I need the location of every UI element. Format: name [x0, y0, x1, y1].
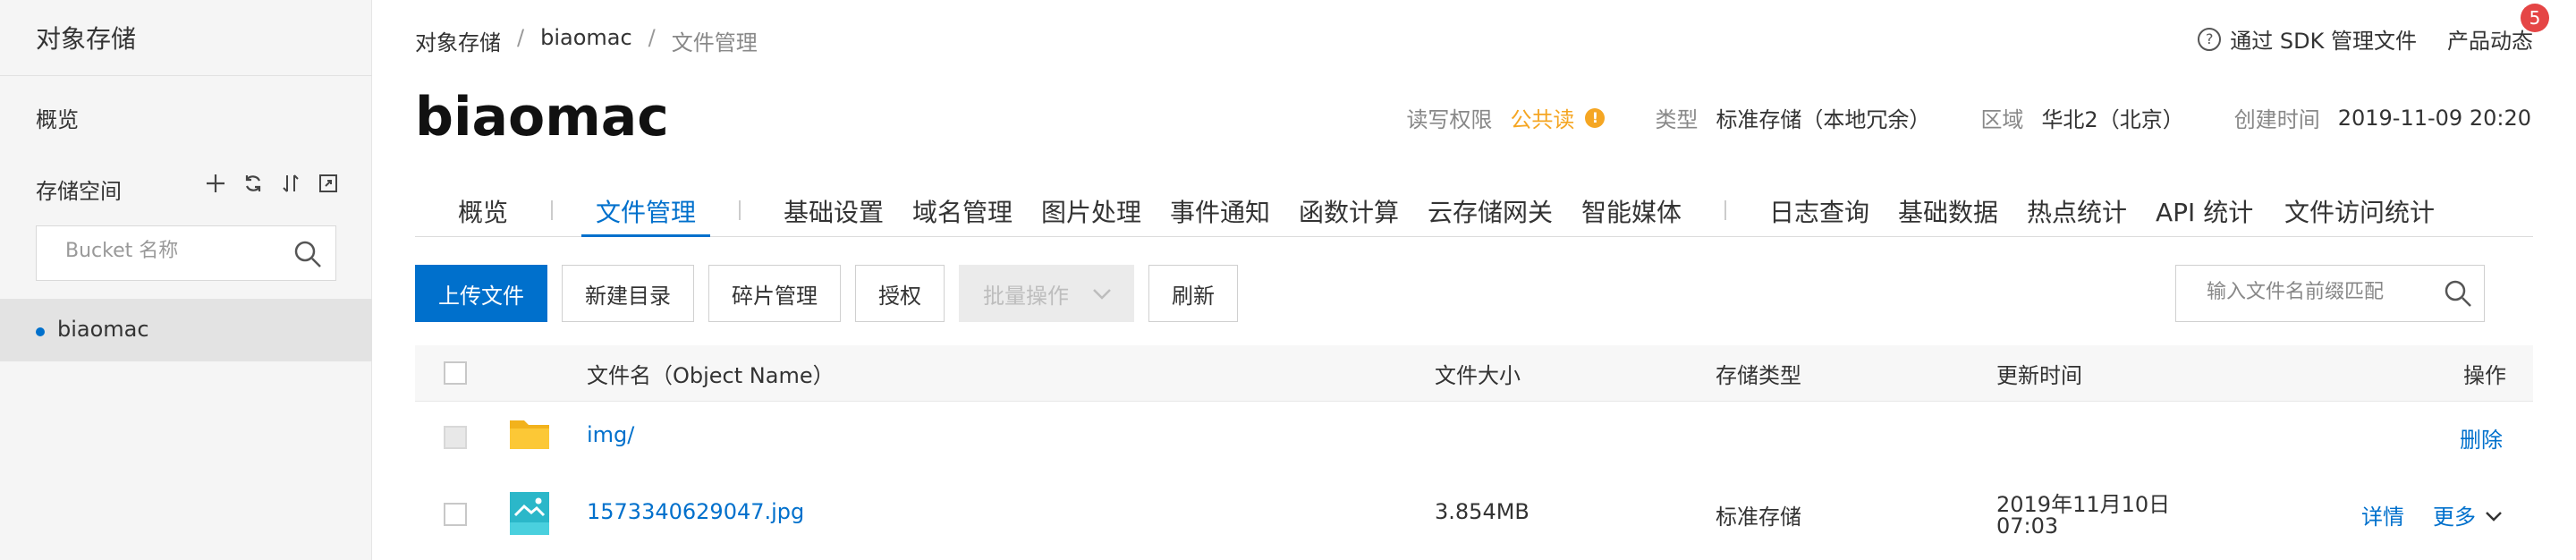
upload-file-button[interactable]: 上传文件	[415, 265, 547, 322]
tab-basic-settings[interactable]: 基础设置	[784, 193, 884, 229]
bucket-search-field[interactable]	[36, 225, 336, 281]
add-icon[interactable]	[204, 172, 227, 195]
refresh-icon[interactable]	[242, 172, 265, 195]
breadcrumb-current: 文件管理	[671, 30, 758, 55]
sidebar: 对象存储 概览 存储空间 biaomac	[0, 0, 372, 560]
breadcrumb-separator: /	[517, 25, 525, 50]
help-icon: ?	[2198, 27, 2222, 51]
search-icon[interactable]	[292, 239, 323, 273]
sidebar-item-overview[interactable]: 概览	[36, 102, 79, 133]
tab-domain-management[interactable]: 域名管理	[912, 193, 1013, 229]
image-file-icon	[510, 492, 549, 539]
bucket-tools	[204, 172, 340, 195]
table-row[interactable]: 1573340629047.jpg 3.854MB 标准存储 2019年11月1…	[415, 471, 2533, 560]
batch-operation-dropdown[interactable]: 批量操作	[959, 265, 1134, 322]
column-header-size: 文件大小	[1435, 363, 1521, 388]
delete-link[interactable]: 删除	[2460, 422, 2503, 454]
region-label: 区域	[1980, 107, 2024, 132]
product-news-label: 产品动态	[2447, 29, 2533, 54]
row-checkbox	[444, 426, 467, 449]
tab-divider	[739, 200, 741, 220]
tab-api-stats[interactable]: API 统计	[2156, 193, 2253, 229]
tab-image-processing[interactable]: 图片处理	[1041, 193, 1141, 229]
acl-label: 读写权限	[1406, 107, 1493, 132]
acl-value: 公共读	[1510, 107, 1575, 132]
row-checkbox[interactable]	[444, 503, 467, 526]
breadcrumb-item[interactable]: biaomac	[540, 25, 632, 56]
search-icon[interactable]	[2443, 278, 2473, 312]
tab-divider	[551, 200, 553, 220]
tab-storage-gateway[interactable]: 云存储网关	[1428, 193, 1553, 229]
more-label: 更多	[2433, 505, 2476, 530]
breadcrumb-item[interactable]: 对象存储	[415, 25, 501, 56]
table-header: 文件名（Object Name） 文件大小 存储类型 更新时间 操作	[415, 345, 2533, 402]
column-header-updated: 更新时间	[1996, 363, 2082, 388]
chevron-down-icon	[2485, 503, 2503, 528]
tab-divider	[1724, 200, 1726, 220]
more-dropdown[interactable]: 更多	[2433, 499, 2503, 530]
warning-icon[interactable]: !	[1585, 107, 1606, 128]
tab-hotspot-stats[interactable]: 热点统计	[2027, 193, 2127, 229]
bucket-search-input[interactable]	[64, 239, 291, 263]
storage-type: 标准存储	[1716, 505, 1801, 530]
sdk-link-label: 通过 SDK 管理文件	[2230, 29, 2417, 54]
file-name-link[interactable]: 1573340629047.jpg	[587, 499, 804, 524]
header-actions: ? 通过 SDK 管理文件 产品动态 5	[2198, 4, 2549, 55]
active-dot	[36, 327, 45, 336]
column-header-actions: 操作	[2463, 363, 2506, 388]
sidebar-item-label: biaomac	[57, 317, 149, 342]
buckets-label: 存储空间	[36, 179, 122, 204]
file-size: 3.854MB	[1435, 499, 1530, 524]
sdk-link[interactable]: ? 通过 SDK 管理文件	[2198, 23, 2417, 55]
updated-time: 07:03	[1996, 513, 2059, 539]
tab-overview[interactable]: 概览	[458, 193, 508, 229]
bucket-meta: 读写权限 公共读 ! 类型 标准存储（本地冗余） 区域 华北2（北京） 创建时间…	[1406, 102, 2531, 133]
file-prefix-search-input[interactable]	[2205, 280, 2441, 304]
select-all-checkbox[interactable]	[444, 361, 467, 385]
notification-badge: 5	[2521, 4, 2549, 32]
file-name-link[interactable]: img/	[587, 422, 634, 447]
details-link[interactable]: 详情	[2361, 499, 2404, 530]
tab-bar: 概览 文件管理 基础设置 域名管理 图片处理 事件通知 函数计算 云存储网关 智…	[415, 175, 2533, 237]
column-header-storage: 存储类型	[1716, 363, 1801, 388]
tab-log-query[interactable]: 日志查询	[1769, 193, 1869, 229]
sort-icon[interactable]	[279, 172, 302, 195]
tab-file-access-stats[interactable]: 文件访问统计	[2284, 193, 2435, 229]
type-label: 类型	[1655, 107, 1699, 132]
column-header-name: 文件名（Object Name）	[587, 363, 835, 388]
tab-basic-data[interactable]: 基础数据	[1898, 193, 1998, 229]
file-search-field[interactable]	[2175, 265, 2485, 322]
breadcrumb: 对象存储 / biaomac / 文件管理	[415, 25, 758, 56]
tab-file-management[interactable]: 文件管理	[596, 193, 696, 229]
folder-icon	[508, 415, 551, 456]
region-value: 华北2（北京）	[2041, 107, 2184, 132]
breadcrumb-separator: /	[648, 25, 656, 50]
divider	[0, 75, 372, 76]
refresh-button[interactable]: 刷新	[1148, 265, 1238, 322]
fragment-management-button[interactable]: 碎片管理	[708, 265, 841, 322]
type-value: 标准存储（本地冗余）	[1716, 107, 1931, 132]
page-title: biaomac	[415, 86, 669, 148]
new-directory-button[interactable]: 新建目录	[562, 265, 694, 322]
chevron-down-icon	[1092, 281, 1112, 306]
tab-intelligent-media[interactable]: 智能媒体	[1581, 193, 1682, 229]
expand-icon[interactable]	[317, 172, 340, 195]
sidebar-item-bucket[interactable]: biaomac	[0, 299, 372, 361]
tab-function-compute[interactable]: 函数计算	[1299, 193, 1399, 229]
created-label: 创建时间	[2233, 107, 2320, 132]
tab-event-notification[interactable]: 事件通知	[1170, 193, 1270, 229]
active-tab-indicator	[581, 234, 710, 237]
batch-operation-label: 批量操作	[983, 283, 1069, 309]
created-value: 2019-11-09 20:20	[2337, 105, 2531, 131]
table-row[interactable]: img/ 删除	[415, 403, 2533, 471]
authorize-button[interactable]: 授权	[855, 265, 945, 322]
sidebar-title: 对象存储	[36, 24, 137, 54]
product-news-link[interactable]: 产品动态 5	[2447, 4, 2549, 55]
